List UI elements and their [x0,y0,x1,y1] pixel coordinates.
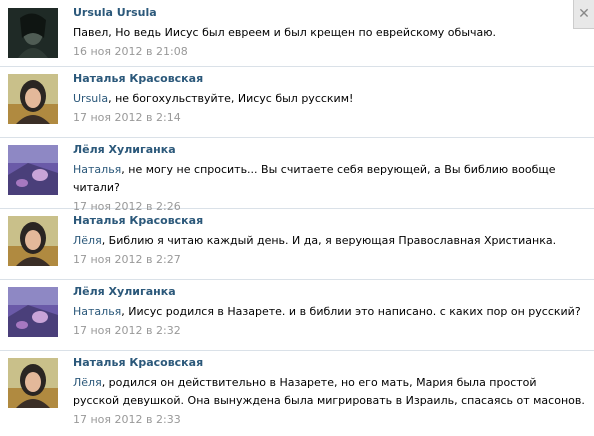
avatar[interactable] [8,216,58,266]
comment-date[interactable]: 17 ноя 2012 в 2:32 [73,324,586,338]
avatar[interactable] [8,8,58,58]
reply-to-link[interactable]: Наталья [73,163,121,176]
avatar[interactable] [8,145,58,195]
comment-text: Лёля, родился он действительно в Назарет… [73,376,585,407]
avatar[interactable] [8,287,58,337]
reply-to-link[interactable]: Ursula [73,92,108,105]
comment-text: Ursula, не богохульствуйте, Иисус был ру… [73,92,354,105]
comment-text: Наталья, Иисус родился в Назарете. и в б… [73,305,581,318]
comment-author[interactable]: Лёля Хулиганка [73,285,586,299]
comment-text: Павел, Но ведь Иисус был евреем и был кр… [73,26,497,39]
comment-date[interactable]: 17 ноя 2012 в 2:27 [73,253,586,267]
comment-item: Наталья Красовская Ursula, не богохульст… [0,66,594,138]
reply-to-link[interactable]: Лёля [73,376,102,389]
reply-to-link[interactable]: Наталья [73,305,121,318]
comment-date[interactable]: 16 ноя 2012 в 21:08 [73,45,586,59]
comment-item: Наталья Красовская Лёля, родился он дейс… [0,350,594,436]
comment-text: Лёля, Библию я читаю каждый день. И да, … [73,234,557,247]
reply-to-link[interactable]: Лёля [73,234,102,247]
comment-item: Наталья Красовская Лёля, Библию я читаю … [0,208,594,280]
comment-author[interactable]: Наталья Красовская [73,72,586,86]
avatar[interactable] [8,74,58,124]
avatar[interactable] [8,358,58,408]
comment-author[interactable]: Наталья Красовская [73,214,586,228]
comment-date[interactable]: 17 ноя 2012 в 2:33 [73,413,586,427]
comment-author[interactable]: Наталья Красовская [73,356,586,370]
comment-item: Лёля Хулиганка Наталья, не могу не спрос… [0,137,594,213]
comment-text: Наталья, не могу не спросить... Вы счита… [73,163,556,194]
comment-author[interactable]: Ursula Ursula [73,6,586,20]
comment-date[interactable]: 17 ноя 2012 в 2:14 [73,111,586,125]
comment-author[interactable]: Лёля Хулиганка [73,143,586,157]
comment-item: Лёля Хулиганка Наталья, Иисус родился в … [0,279,594,351]
close-icon[interactable]: ✕ [573,0,594,29]
comment-item: Ursula Ursula Павел, Но ведь Иисус был е… [0,0,594,67]
